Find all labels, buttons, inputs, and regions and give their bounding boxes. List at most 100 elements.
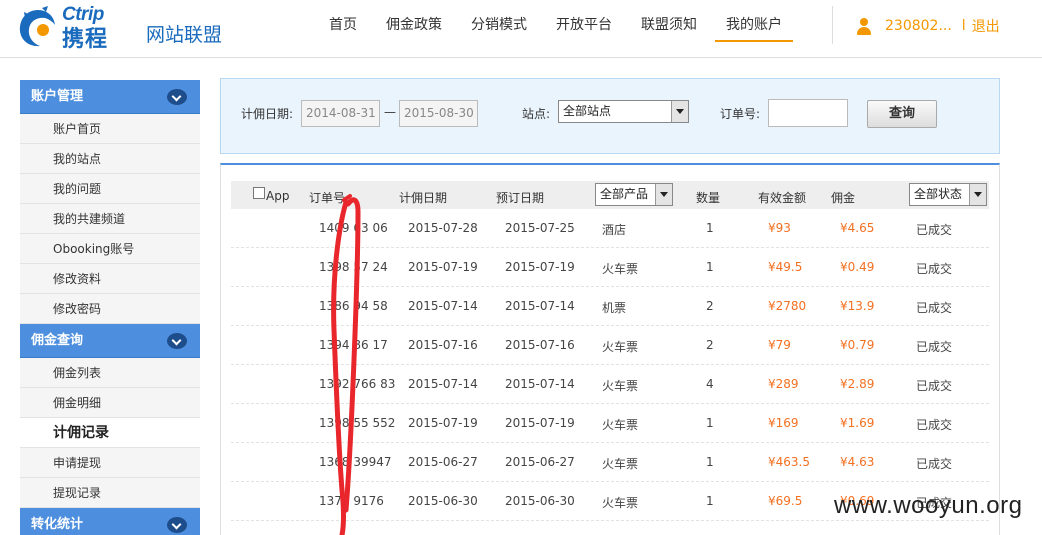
cell-commission: ¥1.69 (840, 416, 875, 430)
date-range-label: 计佣日期: (241, 107, 294, 121)
col-commission-date: 计佣日期 (399, 191, 448, 205)
ctrip-logo[interactable]: Ctrip 携程 (18, 4, 130, 52)
cell-product: 火车票 (602, 262, 639, 276)
sidebar-item-commission-detail[interactable]: 佣金明细 (20, 388, 200, 418)
logo-text-cn: 携程 (62, 27, 109, 52)
table-header: App 订单号 计佣日期 预订日期 全部产品 数量 有效金额 佣金 全部状态 (231, 181, 989, 209)
chevron-down-icon[interactable] (167, 517, 187, 533)
header-divider (832, 6, 833, 44)
cell-valid-amount: ¥69.5 (768, 494, 803, 508)
cell-commission-date: 2015-07-14 (408, 299, 478, 313)
sidebar-item-edit-profile[interactable]: 修改资料 (20, 264, 200, 294)
nav-distribution-mode[interactable]: 分销模式 (460, 14, 538, 42)
sidebar-item-withdraw-records[interactable]: 提现记录 (20, 478, 200, 508)
username-link[interactable]: 230802... (885, 18, 952, 34)
sidebar-item-commission-records[interactable]: 计佣记录 (20, 418, 200, 448)
cell-booking-date: 2015-06-27 (505, 455, 575, 469)
status-filter-select[interactable]: 全部状态 (909, 183, 987, 206)
cell-valid-amount: ¥463.5 (768, 455, 810, 469)
nav-my-account[interactable]: 我的账户 (715, 14, 793, 42)
search-button[interactable]: 查询 (867, 100, 937, 128)
sidebar-group-commission[interactable]: 佣金查询 (20, 324, 200, 358)
cell-booking-date: 2015-07-16 (505, 338, 575, 352)
table-row: 1368 39947 2015-06-27 2015-06-27 火车票 1 ¥463.5… (231, 443, 989, 482)
sidebar: 账户管理 账户首页 我的站点 我的问题 我的共建频道 Obooking账号 修改… (20, 80, 200, 535)
cell-status: 已成交 (916, 340, 953, 354)
cell-booking-date: 2015-07-14 (505, 299, 575, 313)
user-area: 230802... l 退出 (856, 16, 1000, 36)
chevron-down-icon[interactable] (167, 333, 187, 349)
cell-order-no: 1398 57 24 (319, 260, 388, 274)
col-valid-amount: 有效金额 (758, 191, 807, 205)
cell-order-no: 1386 94 58 (319, 299, 388, 313)
cell-order-no: 1398 55 552 (319, 416, 396, 430)
sidebar-item-my-sites[interactable]: 我的站点 (20, 144, 200, 174)
table-row: 1409 63 06 2015-07-28 2015-07-25 酒店 1 ¥93 ¥4.6… (231, 209, 989, 248)
cell-valid-amount: ¥79 (768, 338, 791, 352)
col-order-no: 订单号 (309, 191, 346, 205)
nav-union-notice[interactable]: 联盟须知 (630, 14, 708, 42)
page: Ctrip 携程 网站联盟 首页 佣金政策 分销模式 开放平台 联盟须知 我的账… (0, 0, 1042, 535)
sidebar-item-my-questions[interactable]: 我的问题 (20, 174, 200, 204)
cell-status: 已成交 (916, 379, 953, 393)
cell-order-no: 1394 86 17 (319, 338, 388, 352)
sidebar-item-commission-list[interactable]: 佣金列表 (20, 358, 200, 388)
cell-booking-date: 2015-07-14 (505, 377, 575, 391)
product-filter-select[interactable]: 全部产品 (595, 183, 673, 206)
logout-link[interactable]: 退出 (972, 16, 1000, 36)
sidebar-group-label: 佣金查询 (31, 333, 84, 348)
cell-commission: ¥4.65 (840, 221, 875, 235)
user-separator: l (961, 18, 966, 34)
cell-product: 机票 (602, 301, 627, 315)
nav-commission-policy[interactable]: 佣金政策 (375, 14, 453, 42)
chevron-down-icon[interactable] (167, 89, 187, 105)
cell-commission: ¥0.49 (840, 260, 875, 274)
sidebar-group-account[interactable]: 账户管理 (20, 80, 200, 114)
cell-product: 火车票 (602, 340, 639, 354)
cell-quantity: 1 (706, 455, 714, 469)
date-to-input[interactable]: 2015-08-30 (399, 100, 478, 127)
cell-valid-amount: ¥2780 (768, 299, 807, 313)
cell-quantity: 1 (706, 221, 714, 235)
order-input[interactable] (768, 99, 848, 127)
cell-product: 火车票 (602, 496, 639, 510)
select-all-checkbox[interactable] (253, 187, 265, 199)
cell-status: 已成交 (916, 262, 953, 276)
dropdown-arrow-icon (671, 101, 688, 122)
product-filter-value: 全部产品 (600, 187, 649, 201)
sidebar-item-account-home[interactable]: 账户首页 (20, 114, 200, 144)
sidebar-item-withdraw-request[interactable]: 申请提现 (20, 448, 200, 478)
table-row: 1386 94 58 2015-07-14 2015-07-14 机票 2 ¥2780 ¥1… (231, 287, 989, 326)
cell-quantity: 2 (706, 338, 714, 352)
cell-commission: ¥13.9 (840, 299, 875, 313)
site-select[interactable]: 全部站点 (558, 100, 689, 123)
cell-quantity: 4 (706, 377, 714, 391)
cell-commission-date: 2015-07-28 (408, 221, 478, 235)
cell-quantity: 2 (706, 299, 714, 313)
sidebar-item-change-password[interactable]: 修改密码 (20, 294, 200, 324)
cell-order-no: 1392 766 83 (319, 377, 396, 391)
order-label: 订单号: (720, 107, 761, 121)
cell-commission-date: 2015-07-19 (408, 416, 478, 430)
records-table: App 订单号 计佣日期 预订日期 全部产品 数量 有效金额 佣金 全部状态 1… (220, 163, 1000, 535)
cell-product: 火车票 (602, 457, 639, 471)
cell-quantity: 1 (706, 494, 714, 508)
dropdown-arrow-icon (969, 184, 986, 205)
table-row: 1394 86 17 2015-07-16 2015-07-16 火车票 2 ¥79 ¥0.… (231, 326, 989, 365)
sidebar-item-obooking[interactable]: Obooking账号 (20, 234, 200, 264)
union-title: 网站联盟 (146, 24, 223, 46)
cell-status: 已成交 (916, 418, 953, 432)
cell-commission-date: 2015-07-19 (408, 260, 478, 274)
nav-open-platform[interactable]: 开放平台 (545, 14, 623, 42)
cell-commission-date: 2015-07-14 (408, 377, 478, 391)
nav-home[interactable]: 首页 (318, 14, 368, 42)
status-filter-value: 全部状态 (914, 187, 963, 201)
cell-valid-amount: ¥93 (768, 221, 791, 235)
date-from-input[interactable]: 2014-08-31 (301, 100, 380, 127)
watermark-text: www.wooyun.org (834, 492, 1023, 519)
cell-order-no: 1371 9176 (319, 494, 384, 508)
sidebar-item-co-channels[interactable]: 我的共建频道 (20, 204, 200, 234)
cell-valid-amount: ¥289 (768, 377, 799, 391)
sidebar-group-conversion[interactable]: 转化统计 (20, 508, 200, 535)
cell-commission-date: 2015-06-30 (408, 494, 478, 508)
